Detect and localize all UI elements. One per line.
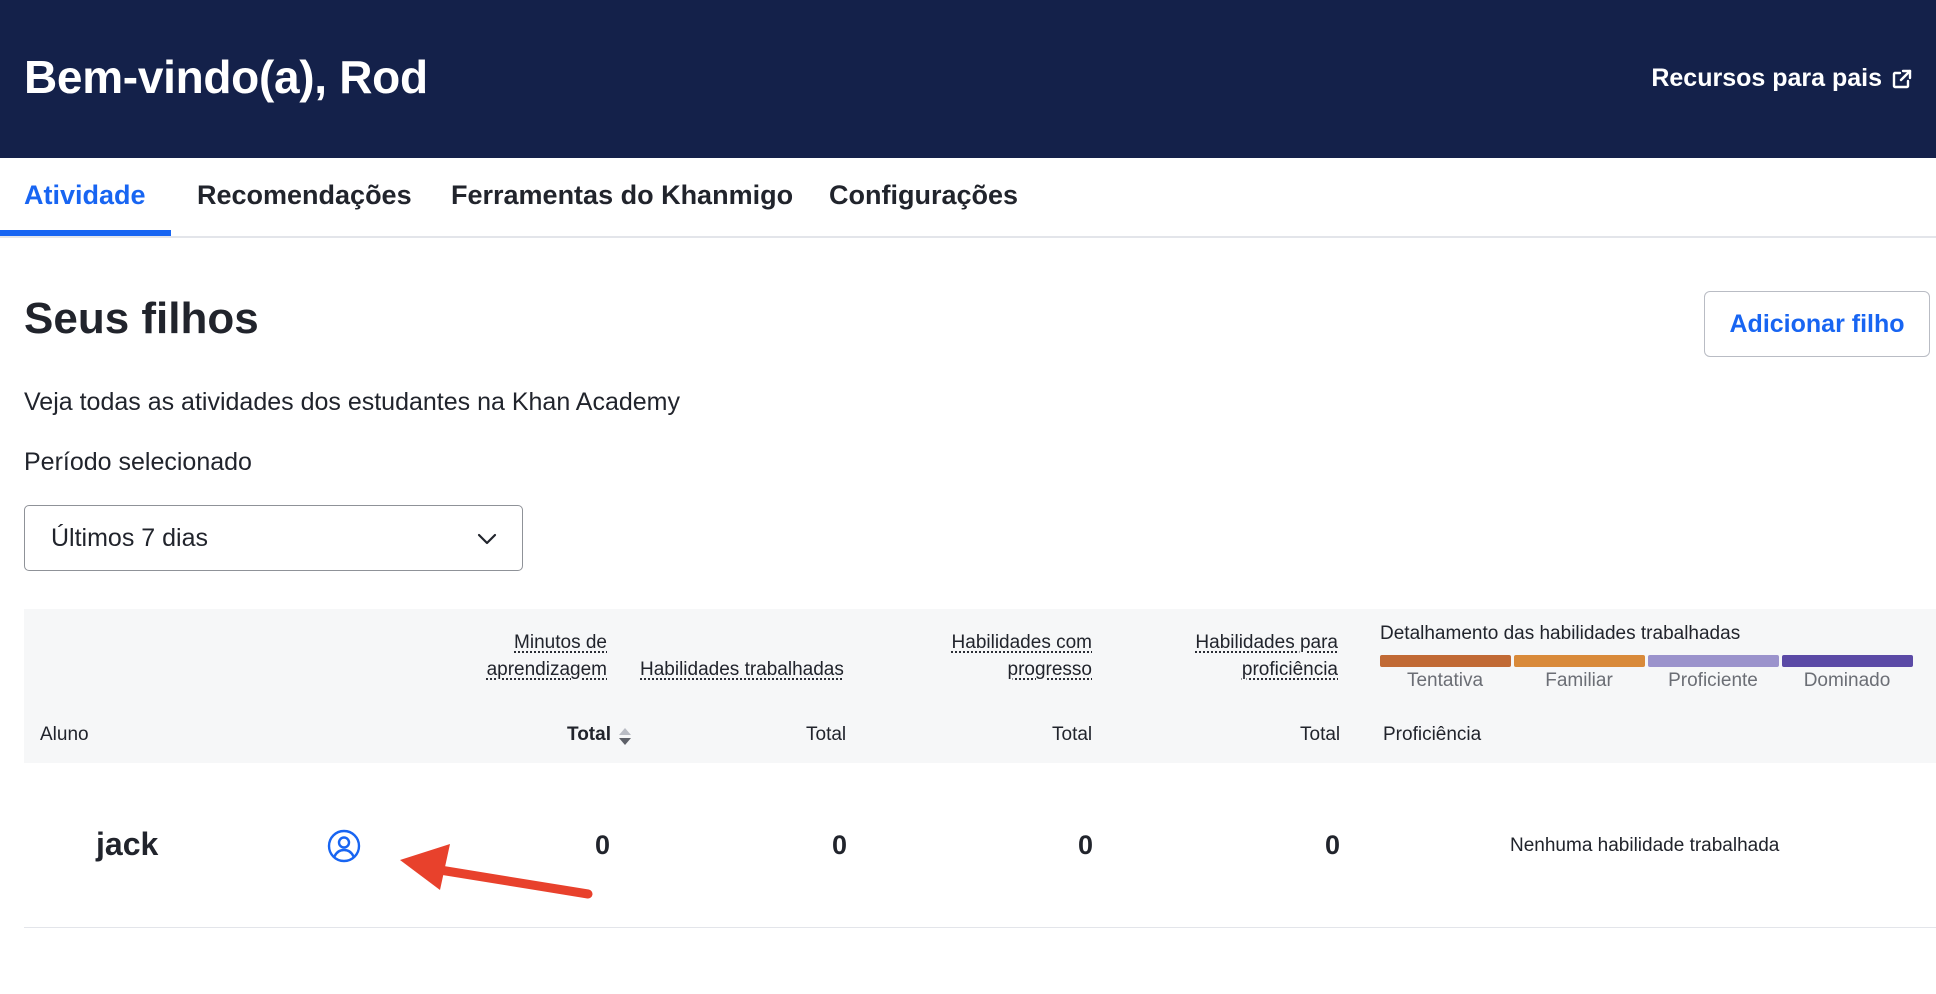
parent-resources-link[interactable]: Recursos para pais bbox=[1651, 64, 1914, 93]
legend-label-proficiente: Proficiente bbox=[1668, 670, 1758, 691]
header-breakdown: Detalhamento das habilidades trabalhadas bbox=[1380, 623, 1741, 644]
legend-bar-dominado bbox=[1782, 655, 1913, 667]
period-select[interactable]: Últimos 7 dias bbox=[24, 505, 523, 571]
page-subtitle: Veja todas as atividades dos estudantes … bbox=[24, 388, 681, 416]
tab-recomendacoes[interactable]: Recomendações bbox=[197, 180, 412, 211]
profile-icon[interactable] bbox=[327, 829, 361, 863]
student-name[interactable]: jack bbox=[96, 826, 158, 863]
header-skills-proficiency-line2: proficiência bbox=[1241, 659, 1338, 680]
external-link-icon bbox=[1892, 69, 1912, 88]
header-minutes-line1: Minutos de bbox=[514, 632, 607, 653]
annotation-arrow bbox=[400, 844, 593, 899]
tab-atividade[interactable]: Atividade bbox=[24, 180, 146, 211]
header-skills-progress-line1: Habilidades com bbox=[951, 632, 1092, 653]
legend-bar-proficiente bbox=[1648, 655, 1779, 667]
page-title: Seus filhos bbox=[24, 294, 259, 343]
parent-resources-label: Recursos para pais bbox=[1651, 64, 1882, 92]
chevron-down-icon bbox=[477, 533, 497, 545]
legend-bar-tentativa bbox=[1380, 655, 1511, 667]
legend-label-tentativa: Tentativa bbox=[1406, 670, 1484, 691]
subheader-proficiency: Proficiência bbox=[1383, 724, 1482, 745]
header-skills-proficiency-line1: Habilidades para bbox=[1195, 632, 1338, 653]
cell-minutes: 0 bbox=[595, 830, 611, 860]
tab-ferramentas-khanmigo[interactable]: Ferramentas do Khanmigo bbox=[451, 180, 793, 211]
active-tab-indicator bbox=[0, 230, 171, 236]
period-label: Período selecionado bbox=[24, 448, 252, 476]
header-skills-worked[interactable]: Habilidades trabalhadas bbox=[640, 656, 844, 683]
add-child-button[interactable]: Adicionar filho bbox=[1704, 291, 1930, 357]
cell-skills-progress: 0 bbox=[1078, 830, 1094, 860]
legend-label-dominado: Dominado bbox=[1803, 670, 1891, 691]
cell-breakdown: Nenhuma habilidade trabalhada bbox=[1510, 835, 1780, 856]
subheader-total-skills-proficiency: Total bbox=[1300, 724, 1341, 745]
page-header: Bem-vindo(a), Rod Recursos para pais bbox=[0, 0, 1936, 158]
tab-bar: Atividade Recomendações Ferramentas do K… bbox=[0, 158, 1936, 238]
cell-skills-worked: 0 bbox=[832, 830, 848, 860]
header-skills-progress[interactable]: Habilidades com progresso bbox=[930, 629, 1092, 683]
period-select-value: Últimos 7 dias bbox=[51, 523, 208, 552]
header-minutes-line2: aprendizagem bbox=[486, 659, 607, 680]
cell-skills-proficiency: 0 bbox=[1325, 830, 1341, 860]
header-skills-progress-line2: progresso bbox=[1007, 659, 1093, 680]
header-skills-proficiency[interactable]: Habilidades para proficiência bbox=[1168, 629, 1338, 683]
legend-label-familiar: Familiar bbox=[1545, 670, 1613, 691]
subheader-total-minutes[interactable]: Total bbox=[567, 724, 611, 746]
tab-configuracoes[interactable]: Configurações bbox=[829, 180, 1018, 211]
legend-bar-familiar bbox=[1514, 655, 1645, 667]
header-minutes[interactable]: Minutos de aprendizagem bbox=[470, 629, 607, 683]
welcome-title: Bem-vindo(a), Rod bbox=[24, 51, 428, 103]
subheader-student: Aluno bbox=[40, 724, 89, 745]
subheader-total-skills-progress: Total bbox=[1052, 724, 1093, 745]
sort-icon[interactable] bbox=[617, 724, 633, 748]
subheader-total-skills-worked: Total bbox=[806, 724, 847, 745]
